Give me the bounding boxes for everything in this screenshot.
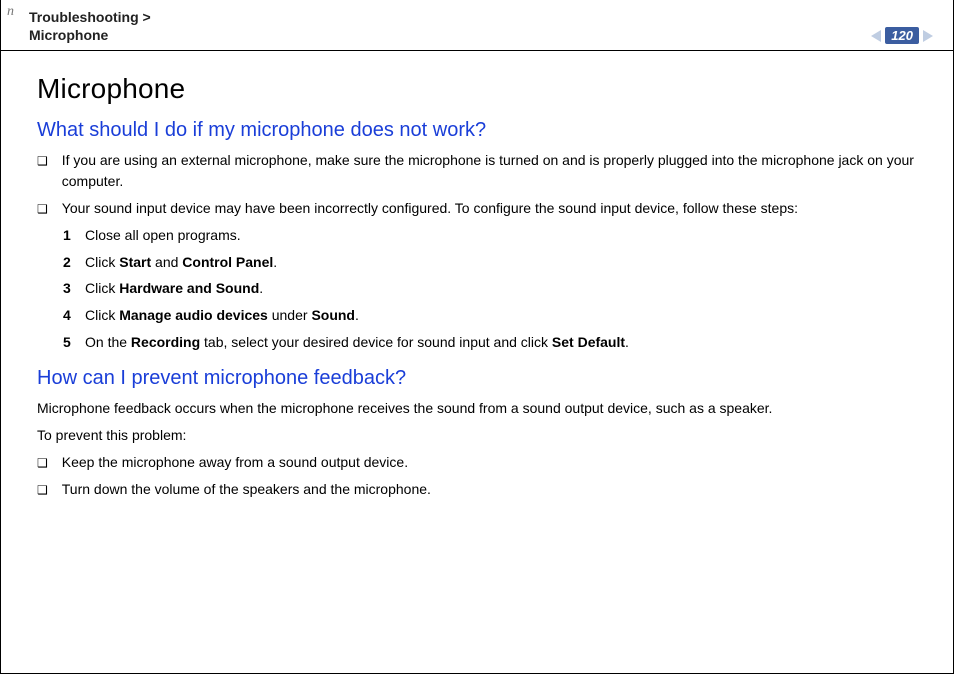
page-header: Troubleshooting > Microphone 120	[1, 0, 953, 51]
breadcrumb-topic: Microphone	[29, 27, 108, 43]
bullet-list: If you are using an external microphone,…	[37, 150, 923, 219]
list-item: Your sound input device may have been in…	[37, 198, 923, 219]
step-item: 3 Click Hardware and Sound.	[63, 278, 923, 300]
step-text: Close all open programs.	[85, 225, 241, 247]
page-number: 120	[891, 29, 913, 42]
step-number: 5	[63, 332, 85, 354]
step-item: 1 Close all open programs.	[63, 225, 923, 247]
page-content: Microphone What should I do if my microp…	[1, 51, 953, 500]
section-heading: How can I prevent microphone feedback?	[37, 367, 923, 390]
prev-page-icon[interactable]	[871, 30, 881, 42]
breadcrumb-section: Troubleshooting	[29, 9, 139, 25]
step-number: 1	[63, 225, 85, 247]
step-text: Click Start and Control Panel.	[85, 252, 277, 274]
bullet-list: Keep the microphone away from a sound ou…	[37, 452, 923, 500]
list-item: If you are using an external microphone,…	[37, 150, 923, 192]
breadcrumb: Troubleshooting > Microphone	[29, 8, 151, 44]
page-nav: 120	[871, 27, 933, 44]
step-number: 2	[63, 252, 85, 274]
list-item: Turn down the volume of the speakers and…	[37, 479, 923, 500]
paragraph: Microphone feedback occurs when the micr…	[37, 398, 923, 419]
section-heading: What should I do if my microphone does n…	[37, 119, 923, 142]
next-page-icon[interactable]	[923, 30, 933, 42]
step-item: 2 Click Start and Control Panel.	[63, 252, 923, 274]
bullet-text: Your sound input device may have been in…	[62, 198, 798, 219]
numbered-list: 1 Close all open programs. 2 Click Start…	[63, 225, 923, 353]
paragraph: To prevent this problem:	[37, 425, 923, 446]
list-item: Keep the microphone away from a sound ou…	[37, 452, 923, 473]
breadcrumb-separator: >	[139, 9, 151, 25]
page-title: Microphone	[37, 73, 923, 105]
document-page: n Troubleshooting > Microphone 120 Micro…	[0, 0, 954, 674]
bullet-text: If you are using an external microphone,…	[62, 150, 923, 192]
step-item: 4 Click Manage audio devices under Sound…	[63, 305, 923, 327]
step-number: 4	[63, 305, 85, 327]
step-text: Click Hardware and Sound.	[85, 278, 263, 300]
bullet-text: Turn down the volume of the speakers and…	[62, 479, 431, 500]
page-number-badge: 120	[885, 27, 919, 44]
step-number: 3	[63, 278, 85, 300]
step-item: 5 On the Recording tab, select your desi…	[63, 332, 923, 354]
step-text: Click Manage audio devices under Sound.	[85, 305, 359, 327]
step-text: On the Recording tab, select your desire…	[85, 332, 629, 354]
bullet-text: Keep the microphone away from a sound ou…	[62, 452, 408, 473]
